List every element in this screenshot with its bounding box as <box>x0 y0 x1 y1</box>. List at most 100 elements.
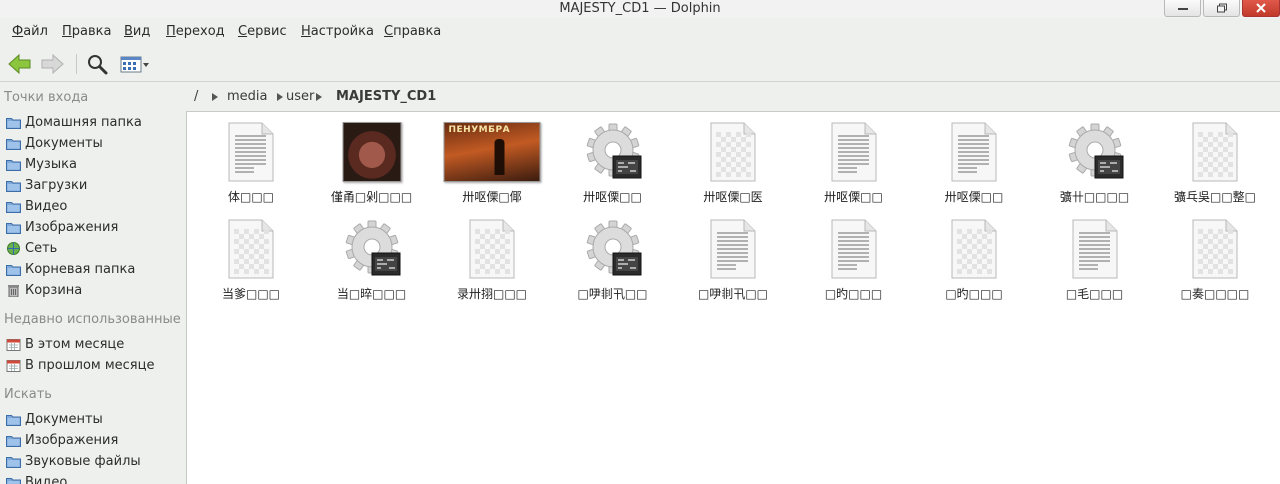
view-mode-button[interactable] <box>118 52 152 76</box>
calendar-icon <box>6 338 21 351</box>
search-button[interactable] <box>84 52 112 76</box>
file-item[interactable]: □奏□□□□ <box>1155 209 1275 303</box>
breadcrumb-item[interactable]: user <box>286 89 314 104</box>
restore-icon <box>1216 3 1227 13</box>
folder-music-icon <box>6 455 21 468</box>
breadcrumb: / media user MAJESTY_CD1 <box>186 84 1280 110</box>
file-item[interactable]: 卅呕傈□□ <box>794 112 914 206</box>
sidebar-item-label: Документы <box>25 412 103 427</box>
image-thumbnail: ПЕНУМБРА <box>443 122 541 182</box>
file-item[interactable]: 卅呕傈□□ <box>553 112 673 206</box>
folder-video-icon <box>6 200 21 213</box>
blank-document-icon <box>467 219 517 283</box>
text-document-icon <box>226 122 276 186</box>
file-item[interactable]: 当□晬□□□ <box>312 209 432 303</box>
sidebar-item[interactable]: Звуковые файлы <box>4 452 180 472</box>
portrait-thumbnail <box>342 122 401 182</box>
menu-item[interactable]: Переход <box>166 24 225 39</box>
file-item[interactable]: 僅甬□剁□□□ <box>312 112 432 206</box>
sidebar-item-label: В прошлом месяце <box>25 358 155 373</box>
close-button[interactable] <box>1242 0 1280 17</box>
sidebar-item[interactable]: Корневая папка <box>4 260 180 280</box>
file-name: 彍卄□□□□ <box>1059 190 1130 204</box>
file-name: 卅呕傈□医 <box>703 190 763 204</box>
file-name: 彍乓吳□□整□ <box>1173 190 1256 204</box>
sidebar-item[interactable]: Изображения <box>4 431 180 451</box>
file-item[interactable]: 卅呕傈□□ <box>914 112 1034 206</box>
text-document-icon <box>829 122 879 186</box>
menu-item[interactable]: Файл <box>12 24 48 39</box>
file-item[interactable]: 录卅挧□□□ <box>432 209 552 303</box>
maximize-button[interactable] <box>1203 0 1240 17</box>
folder-music-icon <box>6 158 21 171</box>
breadcrumb-root[interactable]: / <box>194 89 198 104</box>
menu-item[interactable]: Настройка <box>301 24 374 39</box>
file-item[interactable]: □吚剕卂□□ <box>553 209 673 303</box>
file-item[interactable]: □吚剕卂□□ <box>673 209 793 303</box>
breadcrumb-item[interactable]: MAJESTY_CD1 <box>336 89 436 104</box>
file-name: □吚剕卂□□ <box>577 287 648 301</box>
file-name: 录卅挧□□□ <box>456 287 527 301</box>
file-item[interactable]: 卅呕傈□医 <box>673 112 793 206</box>
blank-document-icon <box>1190 219 1240 283</box>
calendar-icon <box>6 359 21 372</box>
file-name: □奏□□□□ <box>1180 287 1250 301</box>
sidebar-item-label: Видео <box>25 475 68 484</box>
sidebar-item[interactable]: Загрузки <box>4 176 180 196</box>
sidebar-item[interactable]: Документы <box>4 410 180 430</box>
breadcrumb-separator-icon[interactable] <box>212 93 218 101</box>
minimize-button[interactable] <box>1164 0 1201 17</box>
file-item[interactable]: 当爹□□□ <box>191 209 311 303</box>
sidebar-item[interactable]: Музыка <box>4 155 180 175</box>
file-item[interactable]: 彍乓吳□□整□ <box>1155 112 1275 206</box>
sidebar-item-label: Видео <box>25 199 68 214</box>
file-item[interactable]: ПЕНУМБРА 卅呕傈□倻 <box>432 112 552 206</box>
sidebar-item[interactable]: Видео <box>4 473 180 484</box>
file-item[interactable]: 体□□□ <box>191 112 311 206</box>
sidebar-item[interactable]: Изображения <box>4 218 180 238</box>
menu-item[interactable]: Сервис <box>238 24 287 39</box>
back-button[interactable] <box>6 52 34 76</box>
file-name: 僅甬□剁□□□ <box>330 190 413 204</box>
forward-button[interactable] <box>38 52 66 76</box>
file-item[interactable]: □毛□□□ <box>1035 209 1155 303</box>
file-name: 体□□□ <box>227 190 274 204</box>
file-name: □毛□□□ <box>1065 287 1124 301</box>
folder-root-icon <box>6 263 21 276</box>
cover-figure <box>494 139 505 175</box>
breadcrumb-separator-icon[interactable] <box>277 93 283 101</box>
breadcrumb-separator-icon[interactable] <box>316 93 322 101</box>
blank-document-icon <box>949 219 999 283</box>
folder-home-icon <box>6 116 21 129</box>
title-bar: MAJESTY_CD1 — Dolphin <box>0 0 1280 18</box>
menu-item[interactable]: Вид <box>124 24 150 39</box>
sidebar-item[interactable]: Сеть <box>4 239 180 259</box>
file-name: □旳□□□ <box>824 287 883 301</box>
folder-video-icon <box>6 476 21 484</box>
close-icon <box>1256 3 1266 13</box>
file-name: □吚剕卂□□ <box>697 287 768 301</box>
sidebar-item[interactable]: В этом месяце <box>4 335 180 355</box>
file-item[interactable]: □旳□□□ <box>914 209 1034 303</box>
file-name: 当□晬□□□ <box>336 287 407 301</box>
sidebar-item[interactable]: Домашняя папка <box>4 113 180 133</box>
sidebar-item[interactable]: Документы <box>4 134 180 154</box>
folder-documents-icon <box>6 413 21 426</box>
file-item[interactable]: □旳□□□ <box>794 209 914 303</box>
menu-item[interactable]: Справка <box>384 24 441 39</box>
menu-item[interactable]: Правка <box>62 24 111 39</box>
sidebar-item[interactable]: Видео <box>4 197 180 217</box>
sidebar-section-header: Искать <box>4 387 52 402</box>
text-document-icon <box>829 219 879 283</box>
trash-icon <box>6 284 21 298</box>
file-view[interactable]: 体□□□ 僅甬□剁□□□ ПЕНУМБРА 卅呕傈□倻 卅呕傈□□ 卅呕傈□医 卅呕傈… <box>186 111 1280 484</box>
executable-gear-icon <box>1065 122 1125 186</box>
sidebar-item[interactable]: В прошлом месяце <box>4 356 180 376</box>
sidebar-item[interactable]: Корзина <box>4 281 180 301</box>
cover-art-lettering: ПЕНУМБРА <box>448 125 511 135</box>
sidebar-item-label: Сеть <box>25 241 58 256</box>
folder-documents-icon <box>6 137 21 150</box>
breadcrumb-item[interactable]: media <box>227 89 268 104</box>
sidebar-item-label: Корзина <box>25 283 83 298</box>
file-item[interactable]: 彍卄□□□□ <box>1035 112 1155 206</box>
